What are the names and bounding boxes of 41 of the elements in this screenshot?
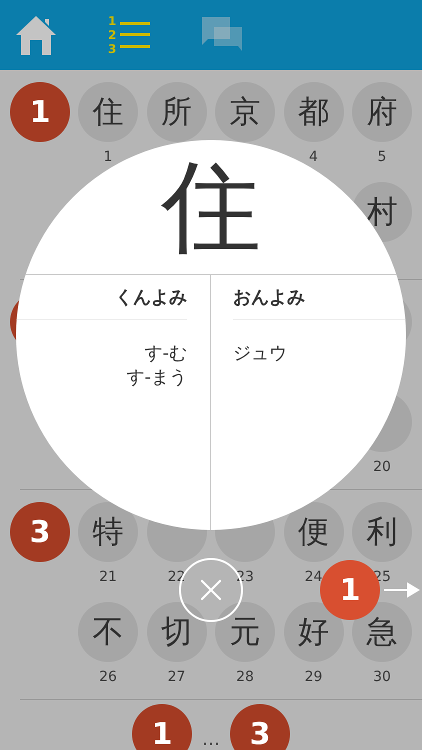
home-tab[interactable] <box>14 13 58 57</box>
reading-heading: くんよみ <box>115 286 187 310</box>
kanji-button[interactable]: 切 <box>146 602 206 662</box>
kanji-number: 1 <box>104 148 112 167</box>
kanji-button[interactable]: 不 <box>78 602 138 662</box>
list-number: 1 <box>108 14 116 28</box>
kanji-button[interactable]: 元 <box>215 602 275 662</box>
page-badge[interactable]: 3 <box>230 704 290 750</box>
kanji-button[interactable]: 所 <box>146 82 206 142</box>
reading-text: す-む <box>144 342 187 366</box>
kanji-button[interactable]: 好 <box>284 602 344 662</box>
kanji-number: 20 <box>373 458 391 477</box>
list-number: 2 <box>108 28 116 42</box>
reading-text: ジュウ <box>233 342 287 366</box>
kanji-number: 24 <box>304 568 322 587</box>
reading-text: す-まう <box>126 366 187 390</box>
lesson-badge[interactable]: 1 <box>10 82 70 142</box>
kanji-number: 29 <box>304 668 322 687</box>
right-arrow-icon <box>384 582 420 598</box>
kanji-number: 5 <box>378 148 386 167</box>
kanji-button[interactable]: 京 <box>215 82 275 142</box>
kanji-number: 4 <box>309 148 318 167</box>
kanji-button[interactable]: 急 <box>352 602 412 662</box>
house-icon <box>14 13 58 57</box>
lesson-badge[interactable]: 3 <box>10 502 70 562</box>
kanji-number: 26 <box>99 668 117 687</box>
kanji-number: 21 <box>99 568 117 587</box>
kanji-number: 27 <box>168 668 186 687</box>
pager-ellipsis: … <box>202 728 220 750</box>
kanji-number: 28 <box>236 668 254 687</box>
kanji-button[interactable]: 府 <box>352 82 412 142</box>
kanji-button[interactable]: 利 <box>352 502 412 562</box>
page-badge[interactable]: 1 <box>132 704 192 750</box>
kanji-button[interactable]: 住 <box>78 82 138 142</box>
list-number: 3 <box>108 42 116 56</box>
popup-kanji: 住 <box>161 157 261 257</box>
kanji-number: 30 <box>373 668 391 687</box>
kanji-button[interactable]: 便 <box>284 502 344 562</box>
reading-heading: おんよみ <box>233 286 305 310</box>
kanji-button[interactable]: 都 <box>284 82 344 142</box>
kanji-button[interactable]: 特 <box>78 502 138 562</box>
